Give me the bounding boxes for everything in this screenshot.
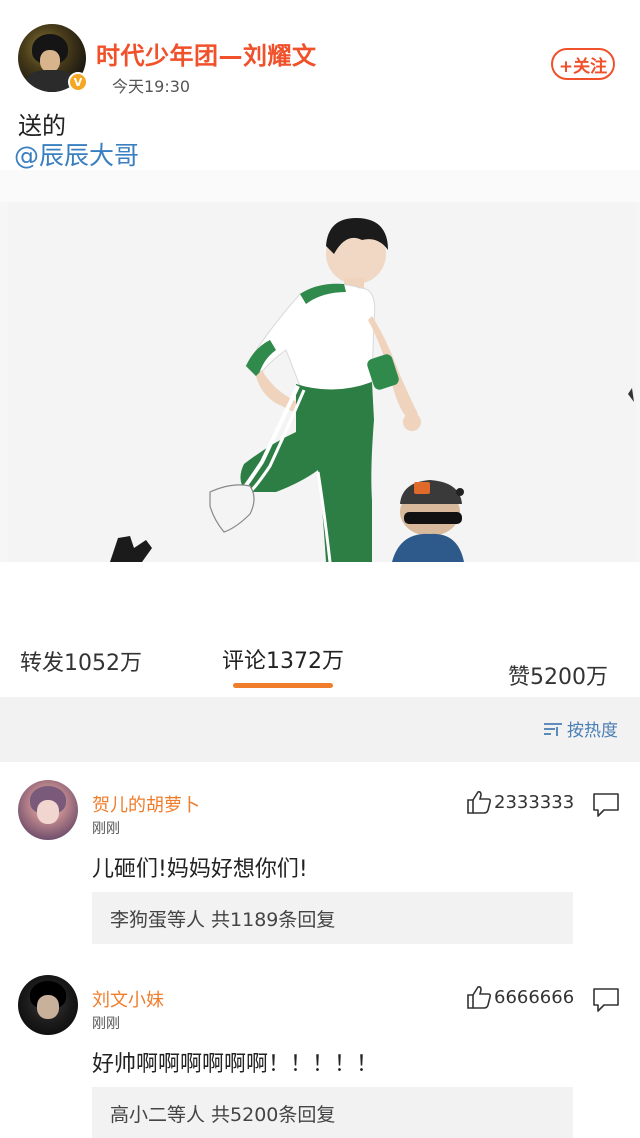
tab-repost[interactable]: 转发1052万 — [20, 645, 142, 677]
commenter-avatar[interactable] — [18, 975, 78, 1035]
active-tab-indicator — [233, 683, 333, 688]
post-tabs: 转发1052万 评论1372万 赞5200万 — [0, 625, 640, 697]
follow-button[interactable]: +关注 — [551, 48, 615, 80]
like-button[interactable]: 2333333 — [466, 790, 574, 814]
comment-time: 刚刚 — [92, 821, 120, 837]
post-time: 今天19:30 — [112, 77, 191, 96]
post-image[interactable] — [0, 170, 640, 625]
tab-likes[interactable]: 赞5200万 — [508, 659, 608, 691]
thumbs-up-icon — [467, 986, 492, 1009]
reply-summary[interactable]: 高小二等人 共5200条回复 — [92, 1087, 573, 1138]
author-name[interactable]: 时代少年团—刘耀文 — [96, 36, 317, 71]
comment-text: 好帅啊啊啊啊啊啊！！！！！ — [92, 1052, 379, 1077]
staff-figure — [392, 480, 464, 562]
sort-icon — [544, 722, 562, 736]
reply-button[interactable] — [592, 987, 620, 1013]
verified-badge-icon: V — [68, 72, 88, 92]
thumbs-up-icon — [467, 791, 492, 814]
comment-item: 贺儿的胡萝卜 刚刚 2333333 儿砸们!妈妈好想你们! 李狗蛋等人 共118… — [0, 762, 640, 957]
like-count: 6666666 — [494, 986, 575, 1008]
reply-summary[interactable]: 李狗蛋等人 共1189条回复 — [92, 892, 573, 944]
comment-time: 刚刚 — [92, 1016, 120, 1032]
comment-bubble-icon — [593, 793, 619, 817]
like-button[interactable]: 6666666 — [466, 985, 574, 1009]
reply-button[interactable] — [592, 792, 620, 818]
like-count: 2333333 — [494, 791, 575, 813]
comment-text: 儿砸们!妈妈好想你们! — [92, 857, 308, 882]
post-header: V 时代少年团—刘耀文 今天19:30 +关注 — [0, 0, 640, 100]
commenter-name[interactable]: 贺儿的胡萝卜 — [92, 791, 200, 817]
sort-button[interactable]: 按热度 — [543, 716, 618, 741]
dancer-figure — [209, 218, 421, 563]
dancer-photo — [0, 170, 640, 625]
commenter-avatar[interactable] — [18, 780, 78, 840]
tab-comments[interactable]: 评论1372万 — [222, 643, 344, 675]
comment-item: 刘文小妹 刚刚 6666666 好帅啊啊啊啊啊啊！！！！！ 高小二等人 共520… — [0, 957, 640, 1138]
comment-bubble-icon — [593, 988, 619, 1012]
sort-label: 按热度 — [567, 721, 618, 741]
commenter-name[interactable]: 刘文小妹 — [92, 986, 164, 1012]
sort-bar: 按热度 — [0, 697, 640, 762]
mention-link[interactable]: @辰辰大哥 — [14, 136, 139, 172]
